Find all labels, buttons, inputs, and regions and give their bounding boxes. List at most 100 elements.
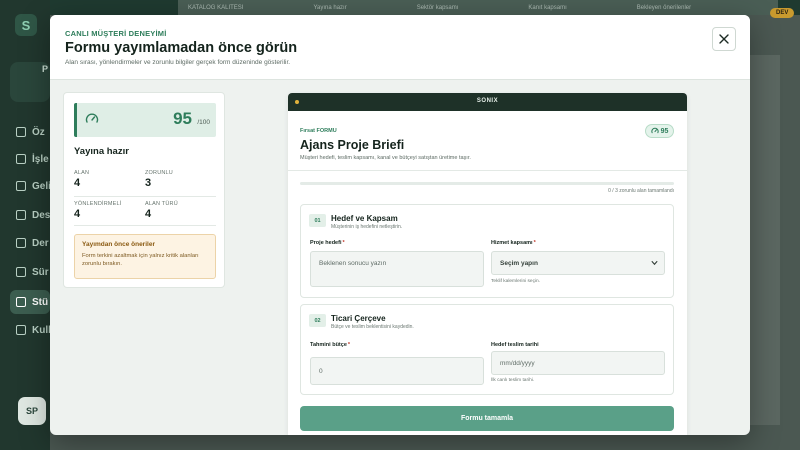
wallet-icon [16,181,26,191]
sidebar-item-label: Geli [32,180,50,192]
stat-value: 4 [74,177,81,189]
section-description: Müşterinin iş hedefini netleştirin. [331,224,403,230]
sidebar-item-label: Kull [32,324,50,336]
field-label: Tahmini bütçe* [310,342,350,348]
close-icon [719,34,729,44]
field-placeholder: Seçim yapın [500,259,538,267]
section-description: Bütçe ve teslim beklentisini kaydedin. [331,324,414,330]
background-topbar: KATALOG KALITESI Yayına hazır Sektör kap… [178,0,778,15]
background-panel [750,55,780,425]
field-placeholder: mm/dd/yyyy [500,359,535,367]
sidebar-item-users[interactable]: Kull [10,318,50,342]
topbar-text: Bekleyen önerilenler [636,4,692,11]
form-description: Müşteri hedefi, teslim kapsamı, kanal ve… [300,155,471,161]
document-icon [16,238,26,248]
modal-header: CANLI MÜŞTERİ DENEYİMİ Formu yayımlamada… [50,15,750,80]
project-goal-textarea[interactable]: Beklenen sonucu yazın [310,251,484,287]
score-badge: 95 [645,124,674,138]
sidebar-item-overview[interactable]: Öz [10,120,50,144]
sidebar-item-label: Des [32,209,50,221]
field-label-text: Hedef teslim tarihi [491,342,539,348]
stat-value: 3 [145,177,152,189]
topbar-text: Kanıt kapsamı [528,4,567,11]
budget-input[interactable]: 0 [310,357,484,385]
divider [288,170,687,171]
topbar-text: Yayına hazır [313,4,347,11]
modal-subtitle: Alan sırası, yönlendirmeler ve zorunlu b… [65,59,291,66]
close-button[interactable] [712,27,736,51]
sidebar-item-devices[interactable]: Sür [10,260,50,284]
required-mark: * [342,240,345,246]
service-scope-select[interactable]: Seçim yapın [491,251,665,275]
stat-label: ALAN TÜRÜ [145,201,178,207]
stat-fields: ALAN 4 [74,170,144,189]
divider [74,196,216,197]
complete-form-button[interactable]: Formu tamamla [300,406,674,431]
section-title: Ticari Çerçeve [331,314,386,323]
sidebar-item-label: Stü [32,296,49,308]
stat-value: 4 [74,208,81,220]
studio-icon [16,297,26,307]
field-label: Hizmet kapsamı* [491,240,536,246]
target-date-input[interactable]: mm/dd/yyyy [491,351,665,375]
stat-required: ZORUNLU 3 [145,170,215,189]
field-help: İlk canlı teslim tarihi. [491,378,535,383]
sidebar-item-studio[interactable]: Stü [10,290,50,314]
sidebar-item-support[interactable]: Des [10,203,50,227]
form-section: 01 Hedef ve Kapsam Müşterinin iş hedefin… [300,204,674,298]
field-label-text: Tahmini bütçe [310,342,347,348]
advice-box: Yayımdan önce öneriler Form terkini azal… [74,234,216,279]
grid-icon [16,127,26,137]
stat-label: ZORUNLU [145,170,173,176]
sidebar-item-works[interactable]: İşle [10,147,50,171]
form-title: Ajans Proje Briefi [300,138,405,152]
advice-text: Form terkini azaltmak için yalnız kritik… [82,253,199,268]
logo-icon: S [15,14,37,36]
required-mark: * [347,342,351,348]
preview-brand: SONIX [476,98,499,104]
section-number: 01 [309,214,326,227]
sidebar-item-documents[interactable]: Der [10,231,50,255]
field-label: Proje hedefi* [310,240,345,246]
phone-icon [16,267,26,277]
readiness-card: 95 /100 Yayına hazır ALAN 4 ZORUNLU 3 YÖ… [63,92,225,288]
topbar-text: Sektör kapsamı [416,4,459,11]
preview-titlebar: SONIX [288,93,687,111]
user-icon [16,325,26,335]
stat-label: YÖNLENDİRMELİ [74,201,122,207]
workspace-card[interactable]: P [10,62,50,102]
progress-text: 0 / 3 zorunlu alan tamamlandı [608,188,674,194]
sidebar-item-label: Sür [32,266,49,278]
form-section: 02 Ticari Çerçeve Bütçe ve teslim beklen… [300,304,674,395]
section-title: Hedef ve Kapsam [331,214,398,223]
advice-title: Yayımdan önce öneriler [82,241,155,248]
topbar-text: KATALOG KALITESI [188,4,244,11]
field-label-text: Hizmet kapsamı [491,240,533,246]
score-box: 95 /100 [74,103,216,137]
stat-value: 4 [145,208,152,220]
headset-icon [16,210,26,220]
required-mark: * [533,240,536,246]
ready-label: Yayına hazır [74,146,129,157]
form-preview: SONIX Fırsat FORMU Ajans Proje Briefi Mü… [288,93,687,435]
field-label: Hedef teslim tarihi [491,342,539,348]
app-sidebar: S P Öz İşle Geli Des Der Sür Stü Kull SP [0,0,50,450]
stat-routed: YÖNLENDİRMELİ 4 [74,201,144,220]
workspace-initial: P [42,64,49,74]
score-value: 95 [173,109,192,128]
score-badge-value: 95 [660,127,669,135]
field-help: Teklif kalemlerini seçin. [491,279,541,284]
field-label-text: Proje hedefi [310,240,342,246]
form-eyebrow: Fırsat FORMU [300,128,337,134]
gauge-icon [650,127,659,134]
stat-field-types: ALAN TÜRÜ 4 [145,201,215,220]
dev-badge: DEV [770,8,795,18]
progress-bar [300,182,674,185]
briefcase-icon [16,154,26,164]
avatar[interactable]: SP [18,397,46,425]
chevron-down-icon [651,260,658,266]
sidebar-item-income[interactable]: Geli [10,174,50,198]
section-number: 02 [309,314,326,327]
gauge-icon [85,113,99,123]
sidebar-item-label: İşle [32,153,49,165]
